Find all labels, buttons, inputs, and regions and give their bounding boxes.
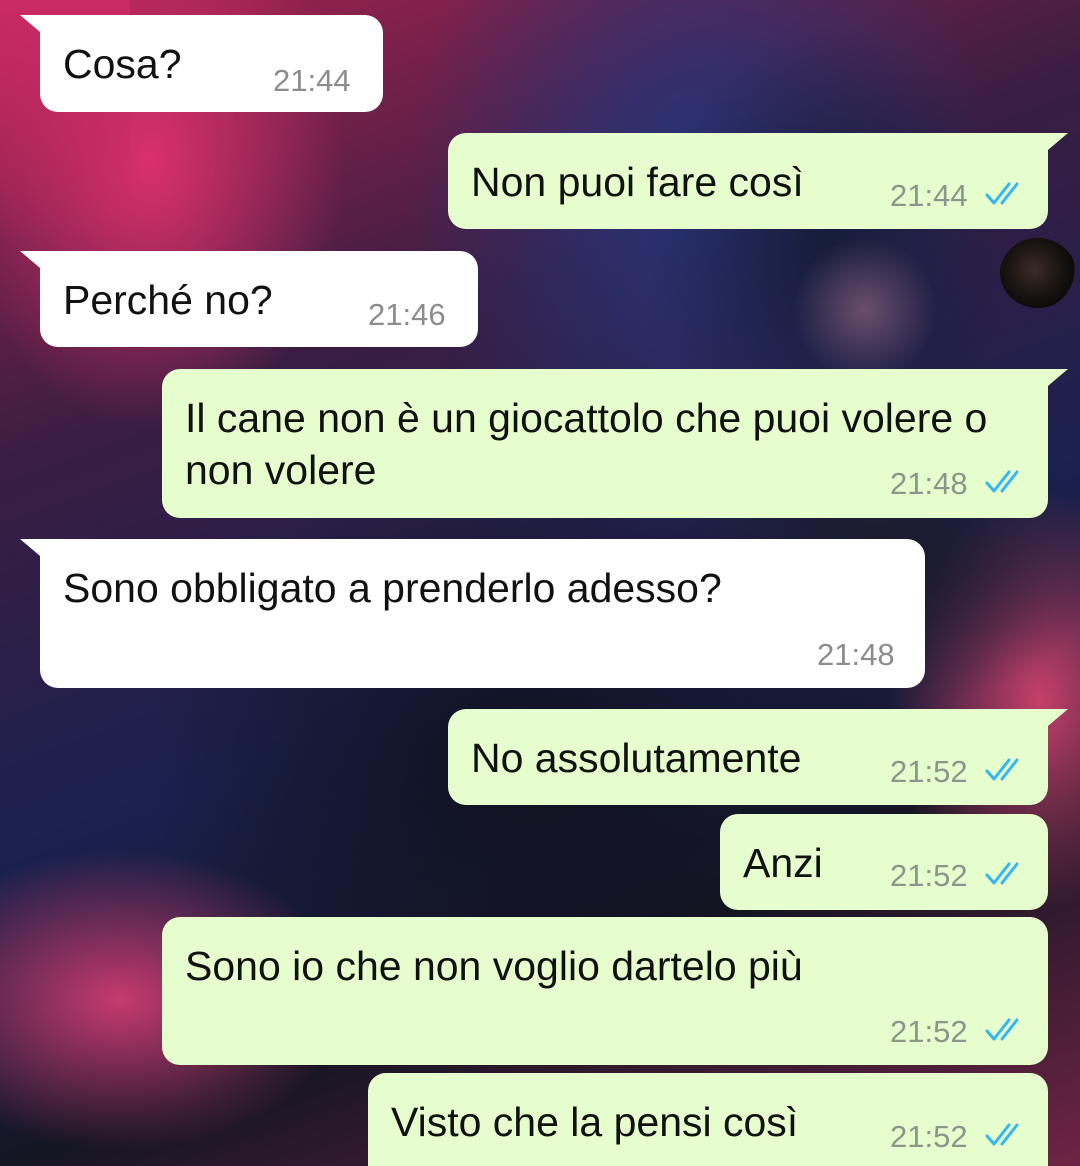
message-text: Anzi bbox=[743, 840, 823, 886]
read-ticks-icon bbox=[985, 470, 1019, 493]
message-bubble-incoming[interactable]: Cosa? 21:44 bbox=[20, 15, 383, 112]
message-bubble-outgoing[interactable]: Il cane non è un giocattolo che puoi vol… bbox=[162, 369, 1068, 518]
message-time: 21:44 bbox=[273, 63, 351, 98]
read-ticks-icon bbox=[985, 1123, 1019, 1146]
message-text: Sono obbligato a prenderlo adesso? bbox=[63, 565, 722, 611]
read-ticks-icon bbox=[985, 1018, 1019, 1041]
message-time: 21:46 bbox=[368, 297, 446, 332]
message-time: 21:52 bbox=[890, 858, 968, 893]
message-time: 21:44 bbox=[890, 178, 968, 213]
message-time: 21:52 bbox=[890, 1119, 968, 1154]
message-time: 21:48 bbox=[890, 466, 968, 501]
wallpaper-detail bbox=[1000, 238, 1076, 308]
wallpaper-detail bbox=[790, 240, 940, 380]
message-bubble-outgoing[interactable]: Anzi 21:52 bbox=[720, 814, 1048, 910]
message-bubble-incoming[interactable]: Perché no? 21:46 bbox=[20, 251, 478, 347]
message-bubble-outgoing[interactable]: Visto che la pensi così 21:52 bbox=[368, 1073, 1048, 1166]
bubble-tail bbox=[20, 539, 46, 561]
bubble-tail bbox=[20, 15, 46, 37]
message-time: 21:48 bbox=[817, 637, 895, 672]
bubble-tail bbox=[20, 251, 46, 273]
message-time: 21:52 bbox=[890, 1014, 968, 1049]
bubble-tail bbox=[1042, 709, 1068, 731]
message-bubble-incoming[interactable]: Sono obbligato a prenderlo adesso? 21:48 bbox=[20, 539, 925, 688]
message-text: Cosa? bbox=[63, 41, 182, 87]
message-text: Visto che la pensi così bbox=[391, 1099, 799, 1145]
message-bubble-outgoing[interactable]: Non puoi fare così 21:44 bbox=[448, 133, 1068, 229]
read-ticks-icon bbox=[985, 758, 1019, 781]
read-ticks-icon bbox=[985, 862, 1019, 885]
bubble-tail bbox=[1042, 133, 1068, 155]
message-time: 21:52 bbox=[890, 754, 968, 789]
message-text: Non puoi fare così bbox=[471, 159, 804, 205]
bubble-tail bbox=[1042, 369, 1068, 391]
message-bubble-outgoing[interactable]: Sono io che non voglio dartelo più 21:52 bbox=[162, 917, 1048, 1065]
message-text: Sono io che non voglio dartelo più bbox=[185, 943, 803, 989]
read-ticks-icon bbox=[985, 182, 1019, 205]
message-text: No assolutamente bbox=[471, 735, 802, 781]
message-bubble-outgoing[interactable]: No assolutamente 21:52 bbox=[448, 709, 1068, 805]
message-text: Perché no? bbox=[63, 277, 273, 323]
